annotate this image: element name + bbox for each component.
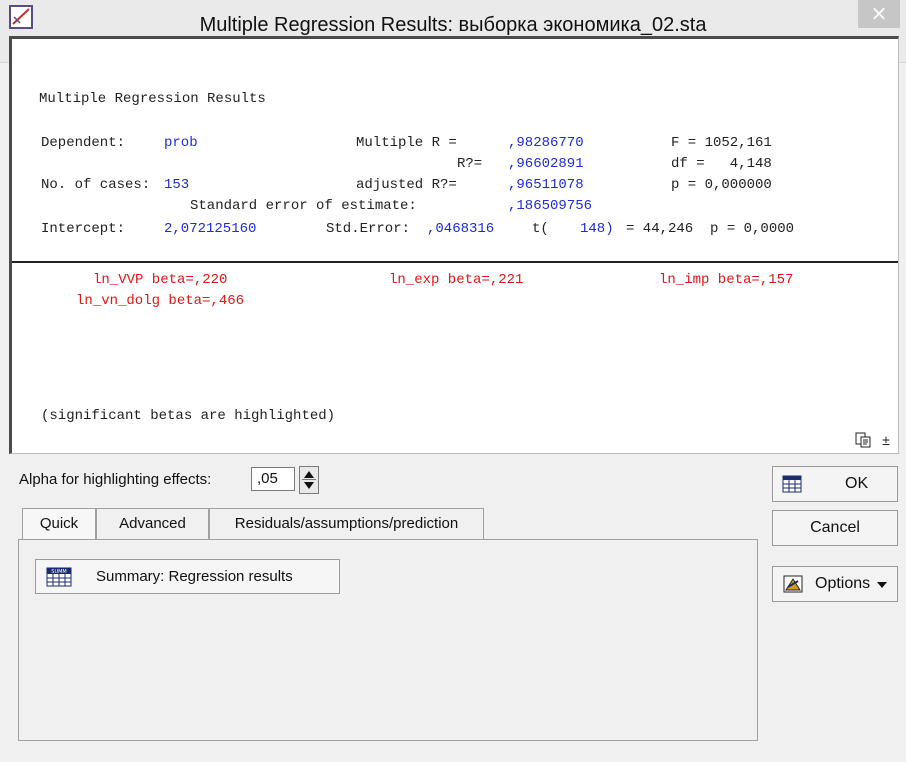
dialog-window: Multiple Regression Results: выборка эко… (0, 0, 906, 762)
cancel-button[interactable]: Cancel (772, 510, 898, 546)
footnote: (significant betas are highlighted) (41, 408, 336, 424)
t-df: 148) (580, 221, 614, 237)
ok-label: OK (845, 475, 869, 492)
results-panel: Multiple Regression Results Dependent: p… (9, 36, 899, 454)
adjusted-r2-label: adjusted R?= (356, 177, 457, 193)
ok-button[interactable]: OK (772, 466, 898, 502)
alpha-spinner[interactable] (299, 466, 319, 494)
df-value: df = 4,148 (671, 156, 772, 172)
beta-ln-vvp: ln_VVP beta=,220 (93, 272, 228, 288)
r2-value: ,96602891 (508, 156, 584, 172)
alpha-label: Alpha for highlighting effects: (19, 471, 212, 488)
dependent-label: Dependent: (41, 135, 126, 151)
copy-icon[interactable] (854, 431, 872, 449)
scroll-up-icon[interactable]: ± (878, 431, 894, 449)
beta-ln-vn-dolg: ln_vn_dolg beta=,466 (76, 293, 245, 309)
options-icon (783, 575, 803, 593)
tab-advanced[interactable]: Advanced (96, 508, 209, 540)
window-title: Multiple Regression Results: выборка эко… (199, 14, 707, 36)
cases-label: No. of cases: (41, 177, 151, 193)
options-button[interactable]: Options (772, 566, 898, 602)
summary-button-label: Summary: Regression results (96, 568, 293, 585)
std-error-label: Std.Error: (326, 221, 411, 237)
t-value: = 44,246 p = 0,0000 (626, 221, 795, 237)
results-divider (12, 261, 898, 263)
summary-table-icon: SUMM (46, 567, 72, 587)
chevron-down-icon (877, 582, 887, 588)
beta-ln-imp: ln_imp beta=,157 (659, 272, 794, 288)
spinner-down-icon[interactable] (304, 482, 314, 489)
alpha-input[interactable]: ,05 (251, 467, 295, 491)
f-statistic: F = 1052,161 (671, 135, 772, 151)
adjusted-r2-value: ,96511078 (508, 177, 584, 193)
r2-label: R?= (457, 156, 483, 172)
tab-residuals[interactable]: Residuals/assumptions/prediction (209, 508, 484, 540)
cases-value: 153 (164, 177, 190, 193)
ok-grid-icon (782, 475, 802, 493)
intercept-label: Intercept: (41, 221, 126, 237)
std-error-value: ,0468316 (427, 221, 495, 237)
options-label: Options (815, 575, 871, 592)
close-button[interactable]: × (858, 0, 900, 28)
spinner-up-icon[interactable] (304, 471, 314, 478)
t-label: t( (532, 221, 549, 237)
se-label: Standard error of estimate: (190, 198, 417, 214)
multiple-r-label: Multiple R = (356, 135, 457, 151)
dependent-value: prob (164, 135, 198, 151)
summary-regression-button[interactable]: SUMM Summary: Regression results (35, 559, 340, 594)
beta-ln-exp: ln_exp beta=,221 (389, 272, 524, 288)
results-heading: Multiple Regression Results (39, 91, 266, 107)
se-value: ,186509756 (508, 198, 593, 214)
p-value: p = 0,000000 (671, 177, 772, 193)
multiple-r-value: ,98286770 (508, 135, 584, 151)
intercept-value: 2,072125160 (164, 221, 257, 237)
tab-quick[interactable]: Quick (22, 508, 96, 541)
